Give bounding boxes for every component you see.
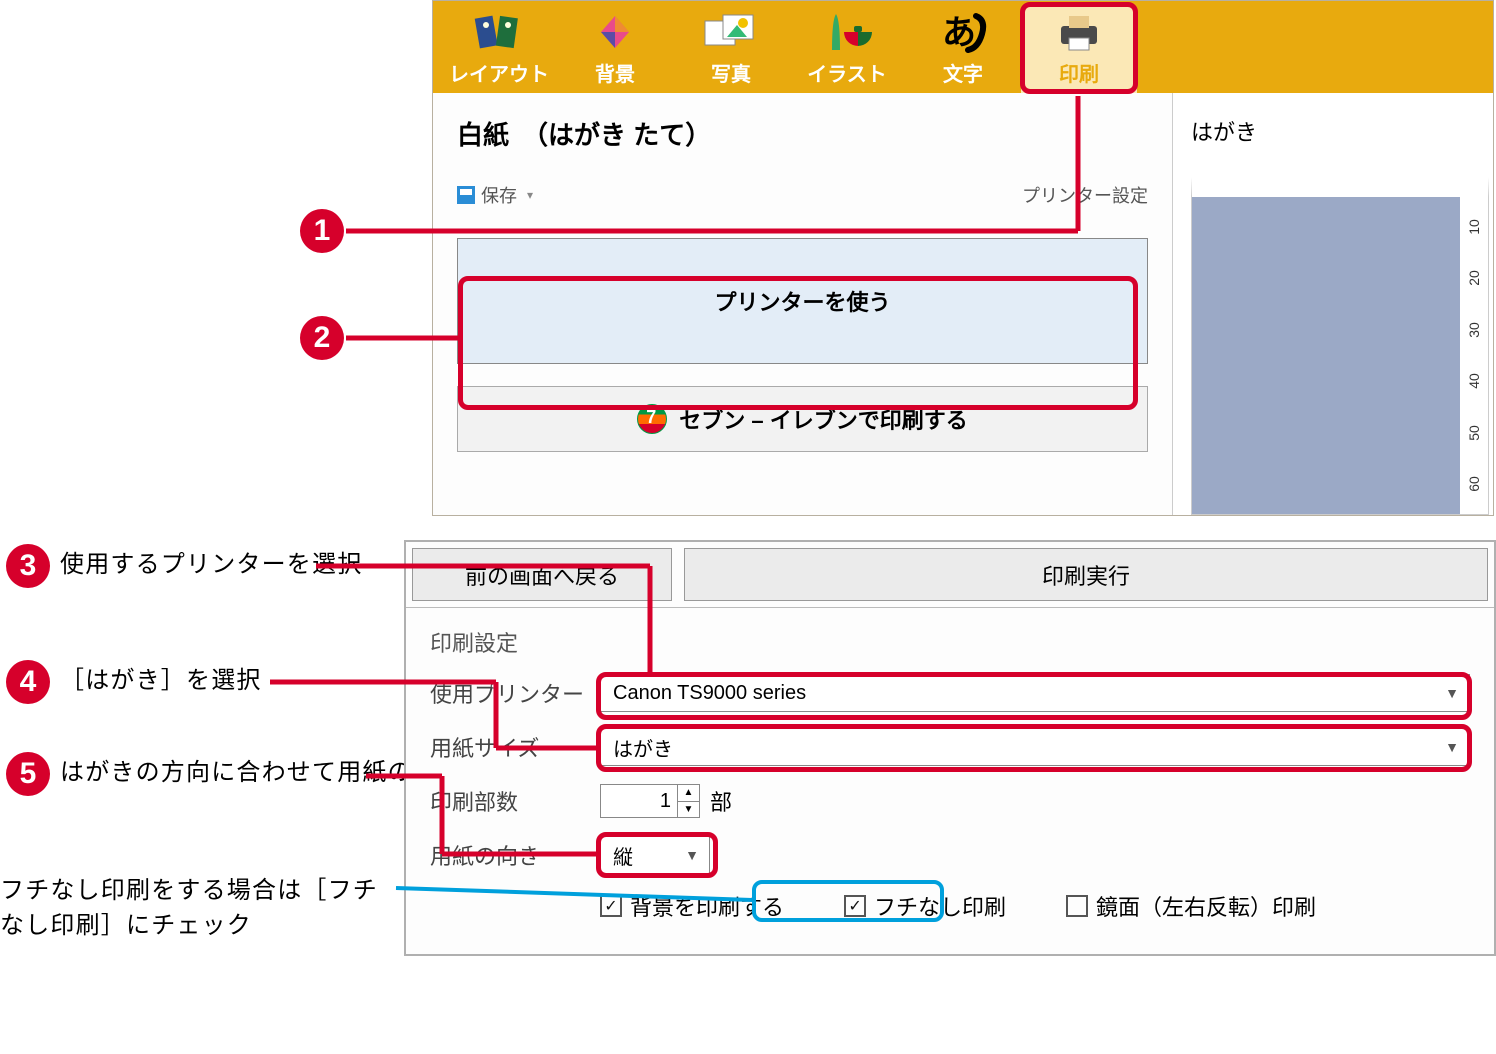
- callout-number-1: 1: [300, 209, 344, 253]
- checkbox-box: ✓: [844, 895, 866, 917]
- label-copies: 印刷部数: [430, 785, 600, 817]
- copies-input[interactable]: 1 ▲ ▼: [600, 784, 700, 818]
- seven-eleven-icon: [637, 404, 667, 434]
- print-execute-button[interactable]: 印刷実行: [684, 548, 1488, 601]
- save-button[interactable]: 保存 ▾: [457, 182, 533, 208]
- screenshot-bottom: 前の画面へ戻る 印刷実行 印刷設定 使用プリンター Canon TS9000 s…: [404, 540, 1496, 956]
- preview-pane: はがき 10 20 30 40 50 60: [1173, 93, 1493, 515]
- tab-text[interactable]: あ 文字: [905, 1, 1021, 93]
- preview-label: はがき: [1191, 115, 1493, 147]
- copies-value: 1: [660, 790, 671, 813]
- callout-number-5: 5: [6, 752, 50, 796]
- back-button[interactable]: 前の画面へ戻る: [412, 548, 672, 601]
- tab-background[interactable]: 背景: [557, 1, 673, 93]
- orientation-value: 縦: [613, 841, 633, 870]
- use-printer-button[interactable]: プリンターを使う: [457, 238, 1148, 364]
- save-icon: [457, 186, 475, 204]
- back-label: 前の画面へ戻る: [465, 559, 619, 591]
- checkbox-mirror-label: 鏡面（左右反転）印刷: [1096, 890, 1316, 922]
- orientation-select[interactable]: 縦 ▼: [600, 836, 710, 874]
- ruler-tick: 60: [1466, 476, 1482, 492]
- tab-photo[interactable]: 写真: [673, 1, 789, 93]
- ruler-tick: 30: [1466, 322, 1482, 338]
- preview-canvas: 10 20 30 40 50 60: [1191, 177, 1489, 515]
- caption-borderless: フチなし印刷をする場合は［フチなし印刷］にチェック: [0, 874, 396, 944]
- paper-size-value: はがき: [613, 733, 673, 762]
- ruler-tick: 20: [1466, 270, 1482, 286]
- tab-print[interactable]: 印刷: [1021, 5, 1137, 93]
- background-icon: [593, 8, 637, 56]
- screenshot-top: レイアウト 背景 写真 イラスト あ 文字: [432, 0, 1494, 516]
- tab-background-label: 背景: [595, 58, 635, 87]
- main-toolbar: レイアウト 背景 写真 イラスト あ 文字: [433, 1, 1493, 93]
- callout-3: 3 使用するプリンターを選択: [6, 544, 362, 588]
- ruler-tick: 40: [1466, 373, 1482, 389]
- callout-2: 2: [300, 316, 344, 360]
- checkbox-borderless-label: フチなし印刷: [874, 890, 1006, 922]
- save-label: 保存: [481, 182, 517, 208]
- settings-section-title: 印刷設定: [430, 626, 1470, 658]
- chevron-down-icon: ▼: [685, 847, 699, 863]
- label-paper: 用紙サイズ: [430, 731, 600, 763]
- tab-layout[interactable]: レイアウト: [441, 1, 557, 93]
- checkbox-borderless[interactable]: ✓ フチなし印刷: [844, 890, 1006, 922]
- printer-select-value: Canon TS9000 series: [613, 682, 806, 705]
- printer-select[interactable]: Canon TS9000 series ▼: [600, 674, 1470, 712]
- callout-number-3: 3: [6, 544, 50, 588]
- exec-label: 印刷実行: [1042, 559, 1130, 591]
- callout-number-2: 2: [300, 316, 344, 360]
- save-caret: ▾: [527, 188, 533, 202]
- illust-icon: [822, 8, 872, 56]
- tab-illust-label: イラスト: [807, 58, 887, 87]
- layout-icon: [474, 8, 524, 56]
- copies-spinner: ▲ ▼: [677, 785, 699, 817]
- callout-number-4: 4: [6, 660, 50, 704]
- page-title: 白紙 （はがき たて）: [457, 115, 1148, 152]
- use-printer-label: プリンターを使う: [714, 285, 890, 317]
- chevron-down-icon: ▼: [1445, 685, 1459, 701]
- spin-up-button[interactable]: ▲: [678, 785, 699, 802]
- printer-icon: [1055, 8, 1103, 56]
- seven-eleven-button[interactable]: セブン – イレブンで印刷する: [457, 386, 1148, 452]
- checkbox-print-background[interactable]: ✓ 背景を印刷する: [600, 890, 784, 922]
- checkbox-box: ✓: [600, 895, 622, 917]
- callout-text-3: 使用するプリンターを選択: [60, 544, 362, 583]
- print-panel-left: 白紙 （はがき たて） 保存 ▾ プリンター設定 プリンターを使う セブン – …: [433, 93, 1173, 515]
- ruler-tick: 10: [1466, 219, 1482, 235]
- photo-icon: [703, 8, 759, 56]
- spin-down-button[interactable]: ▼: [678, 802, 699, 818]
- text-icon: あ: [938, 8, 988, 56]
- copies-unit: 部: [710, 785, 732, 817]
- tab-illust[interactable]: イラスト: [789, 1, 905, 93]
- label-printer: 使用プリンター: [430, 677, 600, 709]
- tab-print-label: 印刷: [1059, 58, 1099, 87]
- paper-size-select[interactable]: はがき ▼: [600, 728, 1470, 766]
- checkbox-mirror[interactable]: 鏡面（左右反転）印刷: [1066, 890, 1316, 922]
- callout-1: 1: [300, 209, 344, 253]
- checkbox-bg-label: 背景を印刷する: [630, 890, 784, 922]
- tab-text-label: 文字: [943, 58, 983, 87]
- label-orientation: 用紙の向き: [430, 839, 600, 871]
- chevron-down-icon: ▼: [1445, 739, 1459, 755]
- tab-layout-label: レイアウト: [449, 58, 549, 87]
- tab-photo-label: 写真: [711, 58, 751, 87]
- printer-settings-link[interactable]: プリンター設定: [1022, 182, 1148, 208]
- vertical-ruler: 10 20 30 40 50 60: [1460, 197, 1488, 514]
- callout-text-4: ［はがき］を選択: [60, 660, 262, 699]
- seven-eleven-label: セブン – イレブンで印刷する: [679, 403, 967, 435]
- callout-4: 4 ［はがき］を選択: [6, 660, 262, 704]
- checkbox-box: [1066, 895, 1088, 917]
- ruler-tick: 50: [1466, 425, 1482, 441]
